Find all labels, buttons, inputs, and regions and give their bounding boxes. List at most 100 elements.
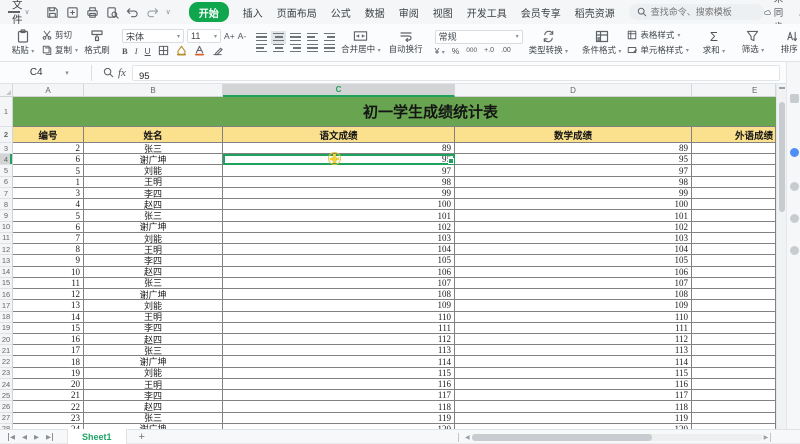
- cut-button[interactable]: 剪切: [42, 29, 78, 41]
- cell-foreign-score[interactable]: [692, 222, 776, 233]
- row-header[interactable]: 16: [0, 289, 13, 300]
- cell-chinese-score[interactable]: 103: [223, 233, 455, 244]
- insert-function-icon[interactable]: [103, 67, 114, 78]
- cell-foreign-score[interactable]: [692, 154, 776, 165]
- cell-id[interactable]: 21: [13, 390, 84, 401]
- cell-name[interactable]: 赵四: [84, 334, 223, 345]
- tab-home[interactable]: 开始: [189, 2, 229, 22]
- cell-name[interactable]: 王明: [84, 244, 223, 255]
- tab-developer[interactable]: 开发工具: [467, 5, 507, 20]
- cell-chinese-score[interactable]: 113: [223, 345, 455, 356]
- row-header-1[interactable]: 1: [0, 97, 13, 127]
- row-header-2[interactable]: 2: [0, 127, 13, 143]
- export-pdf-icon[interactable]: [66, 6, 79, 19]
- cell-foreign-score[interactable]: [692, 210, 776, 221]
- row-header[interactable]: 7: [0, 188, 13, 199]
- horizontal-scrollbar[interactable]: ◀ ▶: [458, 433, 788, 442]
- cell-foreign-score[interactable]: [692, 413, 776, 424]
- cell-math-score[interactable]: 99: [455, 188, 692, 199]
- print-preview-icon[interactable]: [106, 6, 119, 19]
- row-header[interactable]: 14: [0, 267, 13, 278]
- name-box[interactable]: ▾: [0, 67, 86, 78]
- align-right-icon[interactable]: [290, 44, 301, 53]
- row-header[interactable]: 22: [0, 356, 13, 367]
- sheet-tab-sheet1[interactable]: Sheet1: [67, 429, 127, 444]
- header-cell-chinese[interactable]: 语文成绩: [223, 127, 455, 143]
- column-header-d[interactable]: D: [455, 84, 692, 97]
- align-bottom-icon[interactable]: [290, 33, 301, 42]
- cell-math-score[interactable]: 119: [455, 413, 692, 424]
- cell-id[interactable]: 13: [13, 300, 84, 311]
- cell-math-score[interactable]: 97: [455, 165, 692, 176]
- align-top-icon[interactable]: [256, 33, 267, 42]
- cell-id[interactable]: 18: [13, 356, 84, 367]
- cell-reference-input[interactable]: [11, 67, 61, 78]
- vertical-scrollbar-thumb[interactable]: [779, 102, 785, 212]
- cell-chinese-score[interactable]: 119: [223, 413, 455, 424]
- cell-math-score[interactable]: 106: [455, 267, 692, 278]
- cell-chinese-score[interactable]: 117: [223, 390, 455, 401]
- cell-id[interactable]: 16: [13, 334, 84, 345]
- cell-chinese-score[interactable]: 110: [223, 312, 455, 323]
- cell-id[interactable]: 6: [13, 222, 84, 233]
- cell-foreign-score[interactable]: [692, 143, 776, 154]
- sidebar-ai-icon[interactable]: [790, 148, 799, 157]
- cell-id[interactable]: 23: [13, 413, 84, 424]
- cell-math-score[interactable]: 116: [455, 379, 692, 390]
- header-cell-name[interactable]: 姓名: [84, 127, 223, 143]
- tab-data[interactable]: 数据: [365, 5, 385, 20]
- row-header[interactable]: 6: [0, 177, 13, 188]
- percent-format-button[interactable]: %: [452, 46, 460, 56]
- search-input[interactable]: [651, 7, 756, 17]
- conditional-format-button[interactable]: 条件格式 ▾: [580, 30, 623, 56]
- row-header[interactable]: 21: [0, 345, 13, 356]
- row-header[interactable]: 23: [0, 368, 13, 379]
- cell-name[interactable]: 赵四: [84, 199, 223, 210]
- hscroll-right-icon[interactable]: ▶: [764, 434, 769, 441]
- select-all-corner[interactable]: [0, 84, 13, 97]
- cell-foreign-score[interactable]: [692, 334, 776, 345]
- cell-foreign-score[interactable]: [692, 300, 776, 311]
- decrease-indent-icon[interactable]: [307, 33, 318, 42]
- font-size-select[interactable]: 11▾: [187, 29, 221, 43]
- cell-math-score[interactable]: 110: [455, 312, 692, 323]
- decrease-decimal-button[interactable]: .00: [501, 47, 511, 54]
- row-header[interactable]: 5: [0, 165, 13, 176]
- fill-color-button[interactable]: [176, 45, 187, 56]
- hscroll-left-icon[interactable]: ◀: [465, 434, 470, 441]
- row-header[interactable]: 24: [0, 379, 13, 390]
- cell-name[interactable]: 王明: [84, 177, 223, 188]
- cell-foreign-score[interactable]: [692, 379, 776, 390]
- cell-name[interactable]: 刘能: [84, 300, 223, 311]
- cell-math-score[interactable]: 113: [455, 345, 692, 356]
- cell-name[interactable]: 李四: [84, 323, 223, 334]
- save-icon[interactable]: [46, 6, 59, 19]
- cell-name[interactable]: 谢广坤: [84, 154, 223, 165]
- cell-id[interactable]: 9: [13, 255, 84, 266]
- increase-decimal-button[interactable]: +.0: [484, 47, 494, 54]
- cell-foreign-score[interactable]: [692, 278, 776, 289]
- cell-id[interactable]: 15: [13, 323, 84, 334]
- cell-math-score[interactable]: 104: [455, 244, 692, 255]
- column-header-c[interactable]: C: [223, 84, 455, 97]
- tab-formulas[interactable]: 公式: [331, 5, 351, 20]
- cell-name[interactable]: 李四: [84, 188, 223, 199]
- bold-button[interactable]: B: [122, 46, 128, 56]
- header-cell-math[interactable]: 数学成绩: [455, 127, 692, 143]
- cell-math-score[interactable]: 115: [455, 368, 692, 379]
- cell-foreign-score[interactable]: [692, 199, 776, 210]
- cell-foreign-score[interactable]: [692, 244, 776, 255]
- cell-id[interactable]: 11: [13, 278, 84, 289]
- tab-member[interactable]: 会员专享: [521, 5, 561, 20]
- italic-button[interactable]: I: [135, 46, 138, 56]
- cell-math-score[interactable]: 103: [455, 233, 692, 244]
- first-sheet-icon[interactable]: ◀: [8, 433, 15, 441]
- cell-name[interactable]: 刘能: [84, 368, 223, 379]
- split-handle-icon[interactable]: [779, 87, 785, 89]
- cell-chinese-score[interactable]: 101: [223, 210, 455, 221]
- cell-math-score[interactable]: 102: [455, 222, 692, 233]
- cell-id[interactable]: 1: [13, 177, 84, 188]
- sort-button[interactable]: 排序 ▾: [777, 30, 800, 55]
- cell-foreign-score[interactable]: [692, 165, 776, 176]
- cell-foreign-score[interactable]: [692, 345, 776, 356]
